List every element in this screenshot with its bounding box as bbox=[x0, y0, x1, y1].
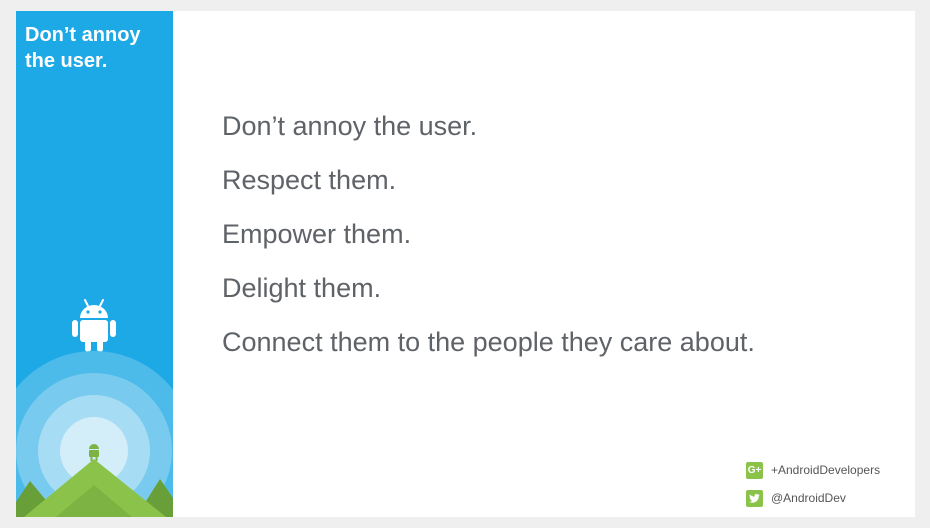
twitter-link[interactable]: @AndroidDev bbox=[746, 484, 880, 512]
twitter-icon bbox=[746, 489, 763, 507]
twitter-handle: @AndroidDev bbox=[771, 491, 846, 505]
bullet-item: Delight them. bbox=[222, 273, 382, 303]
bullet-item: Don’t annoy the user. bbox=[222, 111, 478, 141]
sidebar-panel: Don’t annoy the user. bbox=[16, 11, 173, 517]
bullet-item: Respect them. bbox=[222, 165, 397, 195]
bullet-item: Empower them. bbox=[222, 219, 412, 249]
googleplus-handle: +AndroidDevelopers bbox=[771, 463, 881, 477]
bullet-item: Connect them to the people they care abo… bbox=[222, 327, 755, 357]
googleplus-link[interactable]: G+ +AndroidDevelopers bbox=[746, 456, 880, 484]
social-links: G+ +AndroidDevelopers @AndroidDev bbox=[746, 456, 880, 512]
google-plus-icon: G+ bbox=[746, 461, 763, 479]
bullet-list: Don’t annoy the user. Respect them. Empo… bbox=[222, 107, 755, 377]
radar-landscape-illustration bbox=[16, 351, 173, 517]
slide: Don’t annoy the user. Don’t annoy the us… bbox=[16, 11, 915, 517]
